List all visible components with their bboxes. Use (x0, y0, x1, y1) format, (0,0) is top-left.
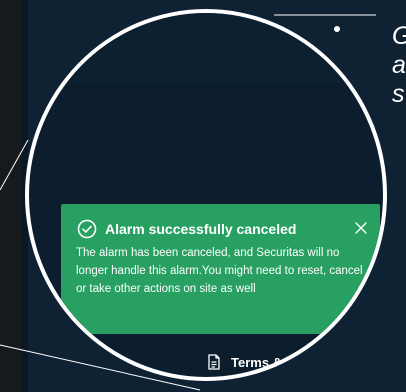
slide-text-line-2: a (392, 51, 406, 79)
success-toast: Alarm successfully canceled The alarm ha… (61, 204, 380, 334)
terms-link[interactable]: Terms & Cond (207, 354, 319, 370)
toast-message: The alarm has been canceled, and Securit… (76, 247, 363, 295)
toast-title: Alarm successfully canceled (105, 221, 297, 237)
slide-text-line-3: s (392, 80, 405, 108)
magnifier-lens: Alarm successfully canceled The alarm ha… (25, 9, 387, 381)
app-header-area (29, 13, 383, 84)
app-screen: Alarm successfully canceled The alarm ha… (29, 13, 383, 377)
check-circle-icon (77, 219, 97, 239)
slide-bullet-text: G a s (392, 22, 406, 109)
document-icon (208, 354, 220, 370)
background-panel-left (0, 0, 22, 392)
close-icon (355, 222, 367, 234)
slide-text-line-1: G (392, 22, 406, 51)
toast-close-button[interactable] (349, 216, 373, 240)
terms-label: Terms & Cond (231, 354, 319, 370)
